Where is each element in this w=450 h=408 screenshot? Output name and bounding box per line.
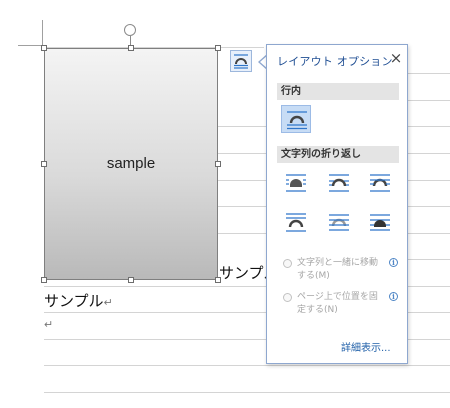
wrap-option-through[interactable]: [365, 169, 395, 197]
ruled-line: [408, 73, 450, 74]
resize-handle-top-right[interactable]: [215, 45, 221, 51]
ruled-line: [218, 126, 266, 127]
info-icon[interactable]: i: [389, 258, 398, 267]
radio-label: ページ上で位置を固定する(N): [297, 292, 378, 315]
radio-fix-position[interactable]: ページ上で位置を固定する(N) i: [283, 291, 403, 319]
close-icon[interactable]: ×: [388, 49, 404, 67]
ruled-line: [44, 392, 450, 393]
ruled-line: [408, 180, 450, 181]
wrap-in-front-of-text-icon: [370, 214, 390, 231]
ruled-line: [44, 286, 266, 287]
ruled-line: [408, 100, 450, 101]
ruled-line: [408, 312, 450, 313]
ruled-line: [408, 206, 450, 207]
resize-handle-left[interactable]: [41, 161, 47, 167]
ruled-line: [218, 180, 266, 181]
document-text-line[interactable]: サンプル: [219, 262, 266, 283]
resize-handle-top[interactable]: [128, 45, 134, 51]
paragraph-mark: ↵: [44, 319, 54, 331]
ruled-line: [44, 339, 266, 340]
layout-options-button[interactable]: [230, 50, 252, 72]
radio-button[interactable]: [283, 293, 292, 302]
resize-handle-right[interactable]: [215, 161, 221, 167]
ruled-line: [408, 153, 450, 154]
ruled-line: [408, 286, 450, 287]
see-more-link[interactable]: 詳細表示...: [341, 339, 391, 354]
margin-corner-mark: [18, 45, 42, 46]
wrap-square-icon: [286, 174, 306, 192]
layout-options-popup: レイアウト オプション × 行内 文字列の折り返し 文字列と一緒に移動する(M)…: [266, 44, 408, 364]
wrap-option-square[interactable]: [281, 169, 311, 197]
wrap-through-icon: [370, 174, 390, 192]
ruled-line: [408, 126, 450, 127]
ruled-line: [408, 259, 450, 260]
ruled-line: [218, 206, 266, 207]
wrap-behind-text-icon: [329, 214, 349, 231]
popup-title: レイアウト オプション: [277, 55, 393, 68]
ruled-line: [218, 233, 266, 234]
wrap-option-behind-text[interactable]: [324, 208, 354, 236]
info-icon[interactable]: i: [389, 292, 398, 301]
ruled-line: [44, 365, 450, 366]
wrap-option-in-front-of-text[interactable]: [365, 208, 395, 236]
ruled-line: [408, 233, 450, 234]
image-label: sample: [106, 155, 156, 172]
radio-button[interactable]: [283, 259, 292, 268]
resize-handle-top-left[interactable]: [41, 45, 47, 51]
selected-image[interactable]: sample: [41, 45, 221, 283]
section-inline-header: 行内: [277, 83, 399, 100]
section-wrap-header: 文字列の折り返し: [277, 146, 399, 163]
resize-handle-bottom[interactable]: [128, 277, 134, 283]
layout-options-icon: [234, 54, 248, 69]
wrap-option-top-bottom[interactable]: [281, 208, 311, 236]
wrap-top-bottom-icon: [286, 213, 306, 232]
wrap-option-tight[interactable]: [324, 169, 354, 197]
wrap-option-inline[interactable]: [281, 105, 311, 133]
ruled-line: [408, 339, 450, 340]
inline-with-text-icon: [287, 111, 307, 130]
paragraph-mark: ↵: [103, 297, 113, 309]
ruled-line: [218, 153, 266, 154]
ruled-line: [44, 312, 266, 313]
rotate-handle-icon[interactable]: [124, 24, 136, 36]
radio-label: 文字列と一緒に移動する(M): [297, 258, 379, 281]
document-text-line[interactable]: サンプル↵: [44, 290, 113, 311]
wrap-tight-icon: [329, 174, 349, 192]
radio-move-with-text[interactable]: 文字列と一緒に移動する(M) i: [283, 257, 403, 285]
resize-handle-bottom-left[interactable]: [41, 277, 47, 283]
margin-corner-mark: [42, 20, 43, 46]
